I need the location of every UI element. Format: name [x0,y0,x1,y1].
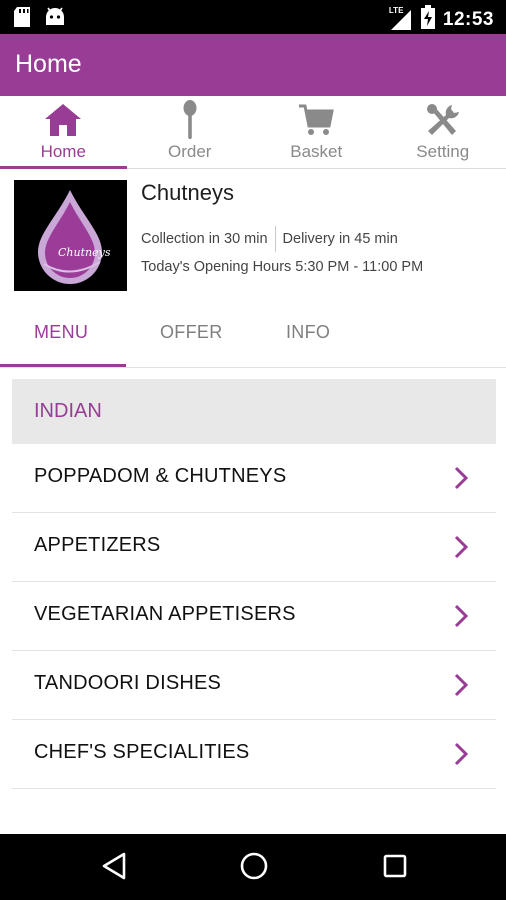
chevron-right-icon [454,466,469,495]
battery-charging-icon [420,5,435,34]
menu-list: POPPADOM & CHUTNEYS APPETIZERS VEGETARIA… [12,444,496,789]
app-bar: Home [0,34,506,96]
restaurant-logo: Chutneys [14,180,127,291]
menu-item-label: POPPADOM & CHUTNEYS [34,465,287,487]
status-bar: LTE 12:53 [0,0,506,34]
status-left-icons [14,7,66,32]
menu-item-tandoori-dishes[interactable]: TANDOORI DISHES [12,651,496,720]
tab-basket-label: Basket [290,142,343,161]
menu-item-poppadom[interactable]: POPPADOM & CHUTNEYS [12,444,496,513]
menu-item-label: VEGETARIAN APPETISERS [34,603,296,625]
recents-icon[interactable] [381,851,409,886]
logo-text: Chutneys [58,246,111,259]
opening-hours: Today's Opening Hours 5:30 PM - 11:00 PM [141,259,424,275]
chevron-right-icon [454,673,469,702]
category-header[interactable]: INDIAN [12,379,496,444]
home-circle-icon[interactable] [239,851,269,886]
tab-setting[interactable]: Setting [380,96,506,168]
network-label: LTE [388,5,404,15]
tab-home[interactable]: Home [0,96,127,169]
lte-signal-icon: LTE [388,5,413,32]
active-tab-indicator [0,364,126,367]
menu-item-label: CHEF'S SPECIALITIES [34,741,250,763]
restaurant-tab-bar: MENU OFFER INFO [0,300,506,368]
info-divider [274,226,276,252]
tab-order-label: Order [168,142,212,161]
menu-item-appetizers[interactable]: APPETIZERS [12,513,496,582]
spoon-icon [127,100,254,139]
tools-icon [380,102,506,138]
chevron-right-icon [454,535,469,564]
category-label: INDIAN [34,400,102,422]
system-nav-bar [0,834,506,900]
menu-item-chefs-specialities[interactable]: CHEF'S SPECIALITIES [12,720,496,789]
collection-time: Collection in 30 min [141,231,268,247]
cart-icon [253,102,380,138]
restaurant-times: Collection in 30 min Delivery in 45 min [141,226,398,252]
tab-offer[interactable]: OFFER [160,322,223,343]
sd-card-icon [14,7,30,32]
chevron-right-icon [454,604,469,633]
status-time: 12:53 [442,8,494,30]
tab-home-label: Home [40,142,86,161]
restaurant-header: Chutneys Chutneys Collection in 30 min D… [0,170,506,300]
menu-item-label: TANDOORI DISHES [34,672,222,694]
tab-setting-label: Setting [416,142,470,161]
restaurant-name: Chutneys [141,180,234,205]
tab-basket[interactable]: Basket [253,96,380,168]
delivery-time: Delivery in 45 min [282,231,398,247]
back-icon[interactable] [100,851,128,886]
page-title: Home [15,50,82,78]
status-right: LTE 12:53 [389,5,494,34]
android-icon [44,7,66,32]
tab-menu[interactable]: MENU [34,322,88,343]
menu-item-vegetarian-appetisers[interactable]: VEGETARIAN APPETISERS [12,582,496,651]
tab-order[interactable]: Order [127,96,254,168]
main-tab-bar: Home Order Basket Setting [0,96,506,169]
home-icon [0,102,127,138]
chevron-right-icon [454,742,469,771]
tab-info[interactable]: INFO [286,322,330,343]
menu-item-label: APPETIZERS [34,534,161,556]
